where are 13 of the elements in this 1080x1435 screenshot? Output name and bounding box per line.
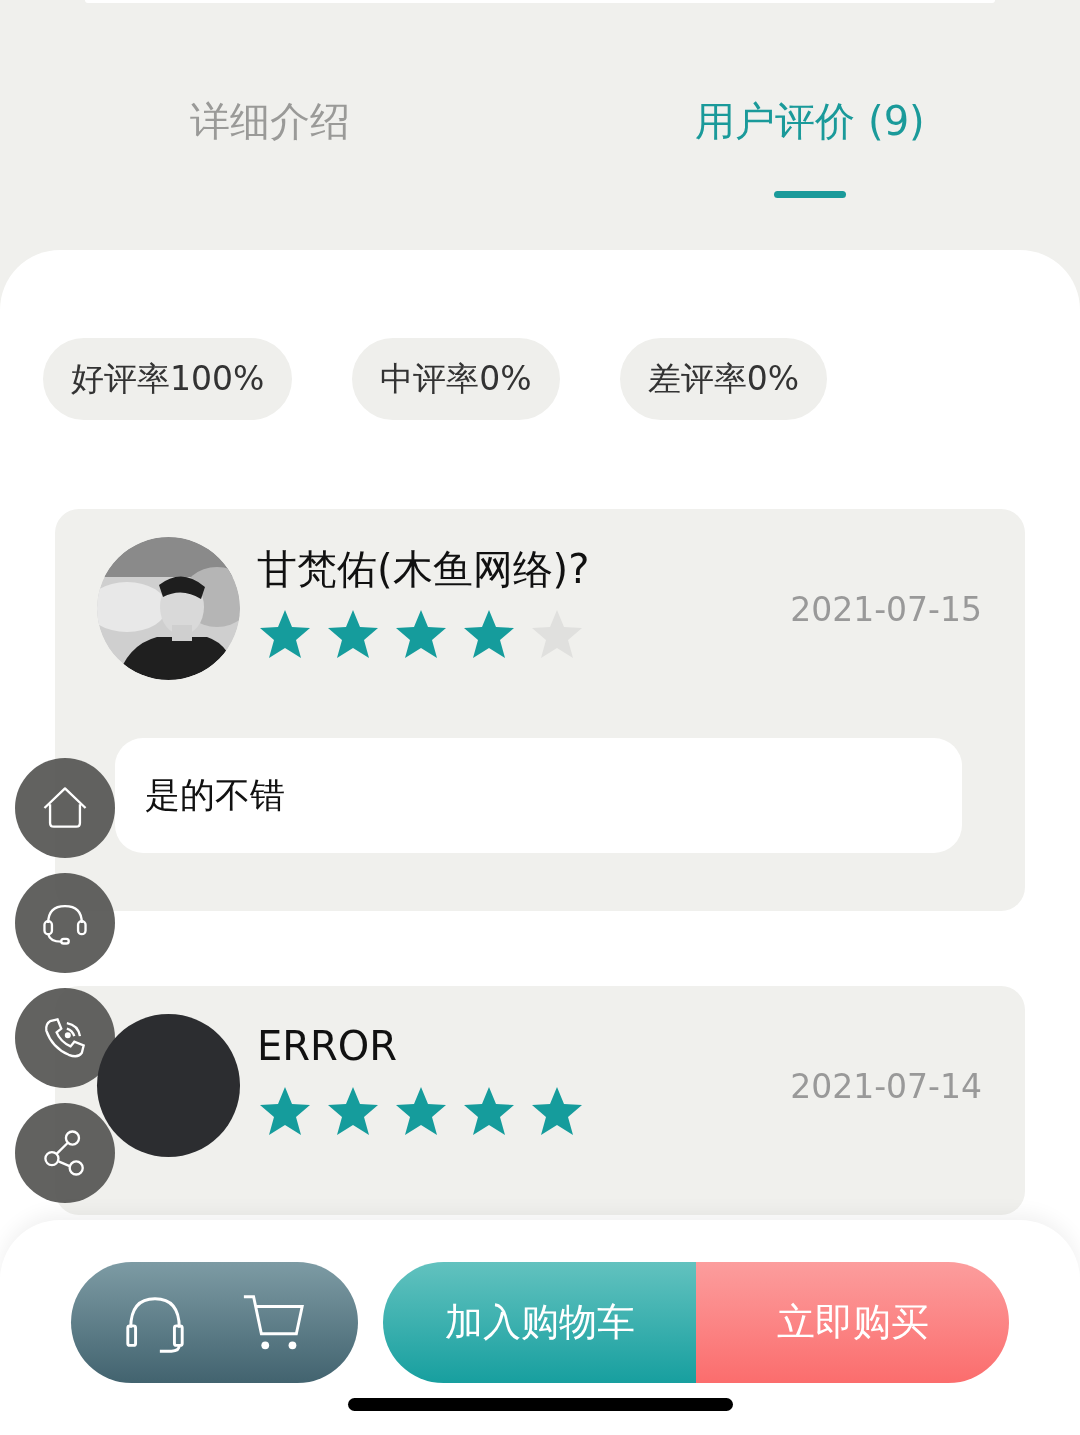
reviewer-name: 甘梵佑(木鱼网络)? <box>257 545 591 594</box>
tab[interactable]: 用户评价 (9) <box>695 91 925 151</box>
rating-filter-chip[interactable]: 好评率100% <box>43 338 293 420</box>
buy-now-button[interactable]: 立即购买 <box>696 1262 1009 1383</box>
rating-filter-chip[interactable]: 中评率0% <box>352 338 560 420</box>
reviewer-name: ERROR <box>257 1022 399 1071</box>
review-date: 2021-07-14 <box>790 1067 982 1106</box>
review-date: 2021-07-15 <box>790 590 982 629</box>
rating-filter-chip[interactable]: 差评率0% <box>619 338 828 420</box>
add-to-cart-button[interactable]: 加入购物车 <box>383 1262 696 1383</box>
review-comment: 是的不错 <box>115 738 962 853</box>
tab[interactable]: 详细介绍 <box>190 91 350 151</box>
tab-indicator <box>774 191 846 198</box>
